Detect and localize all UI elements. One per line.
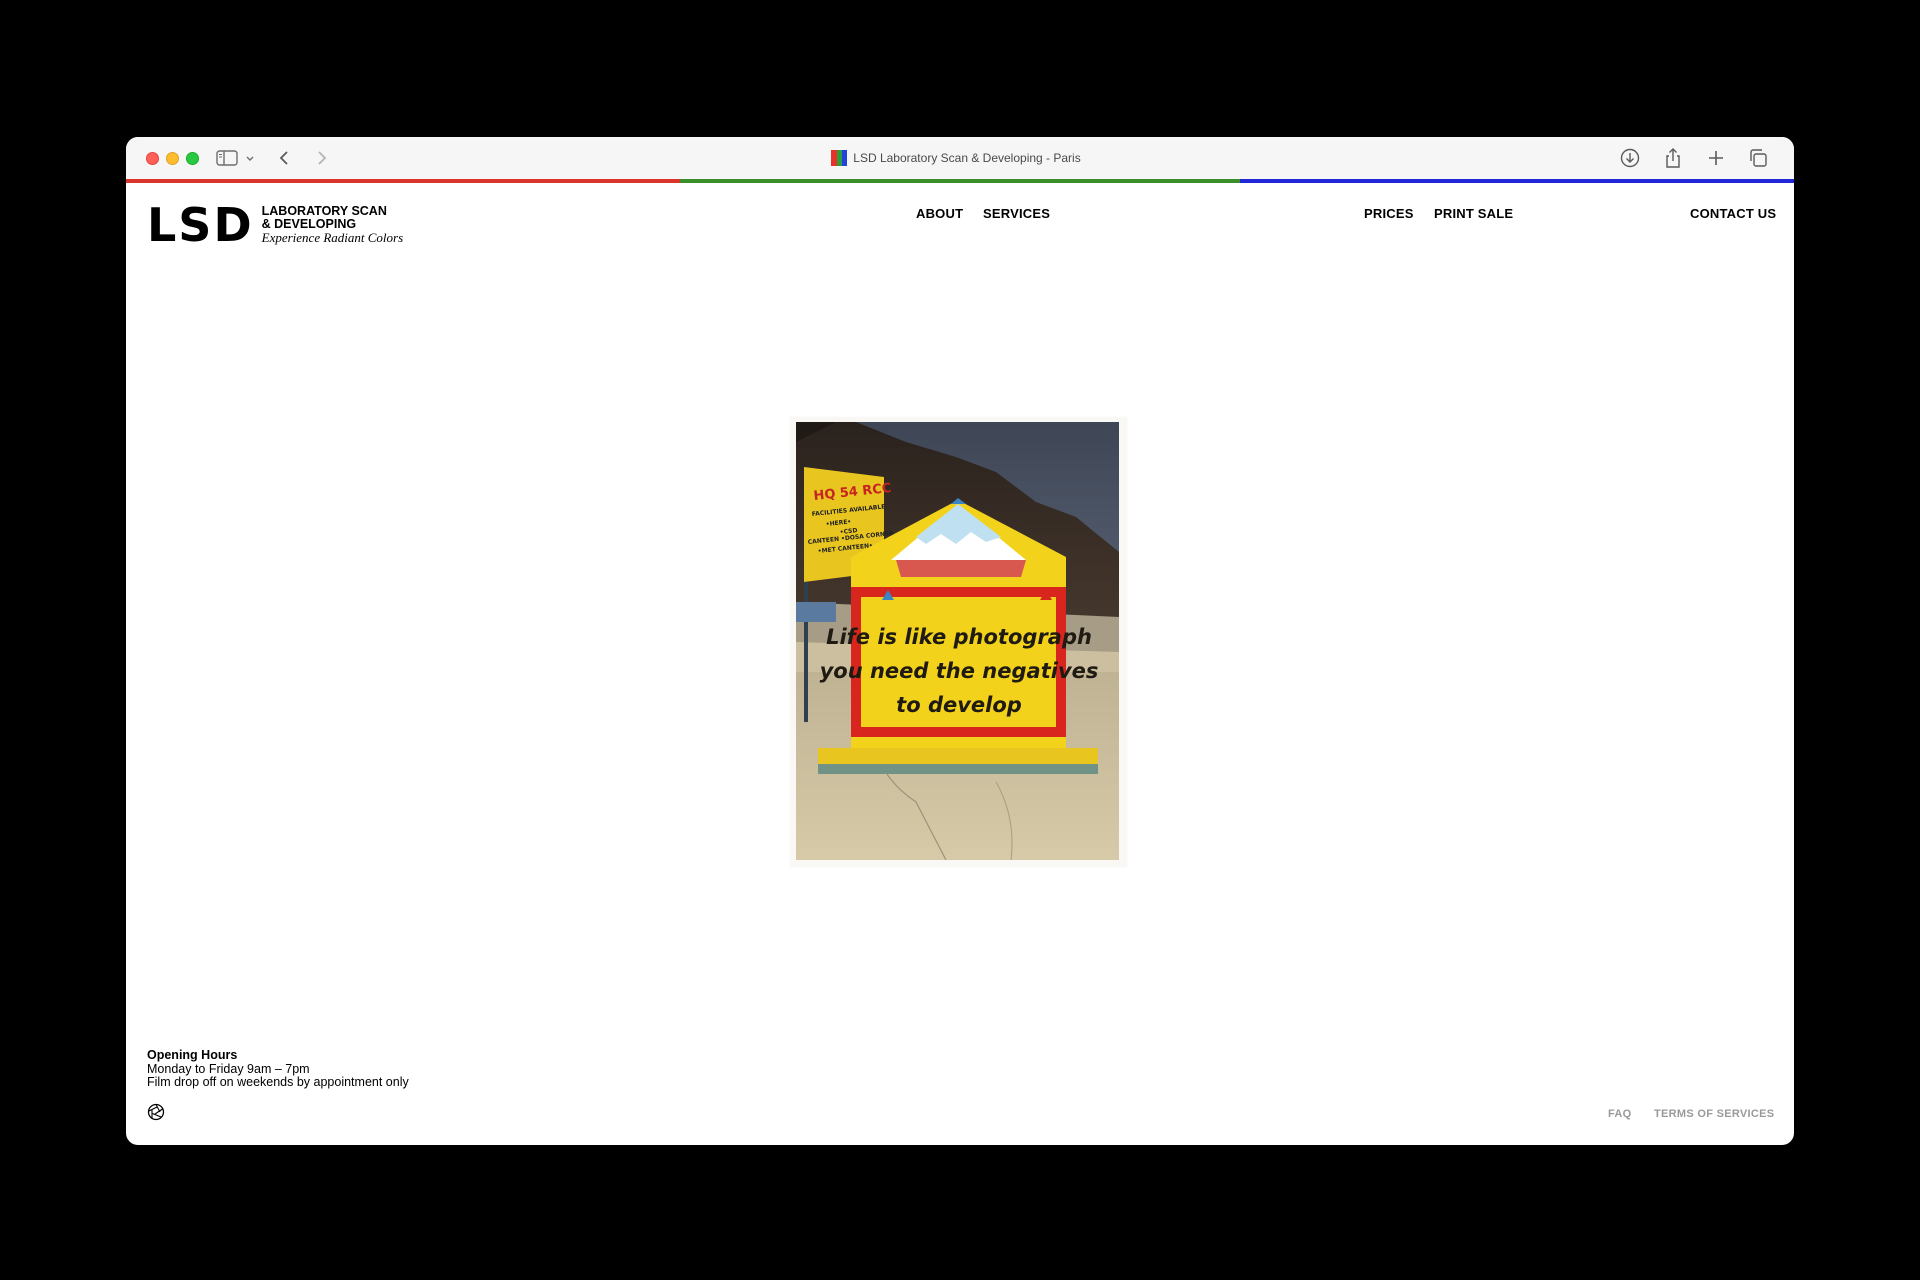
zoom-window-button[interactable] [186,152,199,165]
new-tab-plus-icon[interactable] [1704,145,1728,171]
nav-contact-link[interactable]: CONTACT US [1690,206,1776,221]
nav-print-sale-link[interactable]: PRINT SALE [1434,206,1513,221]
website-content: LSD LABORATORY SCAN & DEVELOPING Experie… [126,183,1794,1145]
downloads-icon[interactable] [1618,145,1642,171]
tab-overview-icon[interactable] [1746,145,1770,171]
nav-about-link[interactable]: ABOUT [916,206,963,221]
logo-tagline: Experience Radiant Colors [261,230,404,245]
hero-photo: HQ 54 RCC FACILITIES AVAILABLE •HERE• •C… [796,422,1119,860]
nav-prices-link[interactable]: PRICES [1364,206,1414,221]
quote-line-3: to develop [896,693,1022,717]
tab-title: LSD Laboratory Scan & Developing - Paris [853,151,1081,165]
close-window-button[interactable] [146,152,159,165]
sidebar-toggle-icon[interactable] [214,145,240,171]
hero-photo-illustration: HQ 54 RCC FACILITIES AVAILABLE •HERE• •C… [796,422,1119,860]
opening-hours-weekdays: Monday to Friday 9am – 7pm [147,1061,310,1076]
address-bar[interactable]: LSD Laboratory Scan & Developing - Paris [806,146,1106,170]
minimize-window-button[interactable] [166,152,179,165]
logo-text: LABORATORY SCAN & DEVELOPING Experience … [262,205,404,245]
chevron-down-icon[interactable] [243,145,257,171]
logo-mark: LSD [147,198,254,252]
opening-hours: Opening Hours Monday to Friday 9am – 7pm… [147,1048,409,1090]
footer-terms-link[interactable]: TERMS OF SERVICES [1654,1108,1774,1120]
footer-faq-link[interactable]: FAQ [1608,1108,1632,1120]
browser-toolbar: LSD Laboratory Scan & Developing - Paris [126,137,1794,180]
quote-line-2: you need the negatives [820,659,1099,683]
opening-hours-title: Opening Hours [147,1048,238,1062]
forward-arrow-icon[interactable] [312,145,332,171]
nav-services-link[interactable]: SERVICES [983,206,1050,221]
back-arrow-icon[interactable] [274,145,294,171]
opening-hours-weekends: Film drop off on weekends by appointment… [147,1075,409,1089]
hero-photo-frame: HQ 54 RCC FACILITIES AVAILABLE •HERE• •C… [790,417,1127,867]
aperture-icon[interactable] [147,1103,165,1121]
site-favicon-icon [831,150,848,166]
favicon-stripe-blue [841,150,848,166]
quote-line-1: Life is like photograph [826,625,1092,649]
share-icon[interactable] [1661,145,1685,171]
browser-window: LSD Laboratory Scan & Developing - Paris… [126,137,1794,1145]
site-logo[interactable]: LSD LABORATORY SCAN & DEVELOPING Experie… [147,198,404,252]
